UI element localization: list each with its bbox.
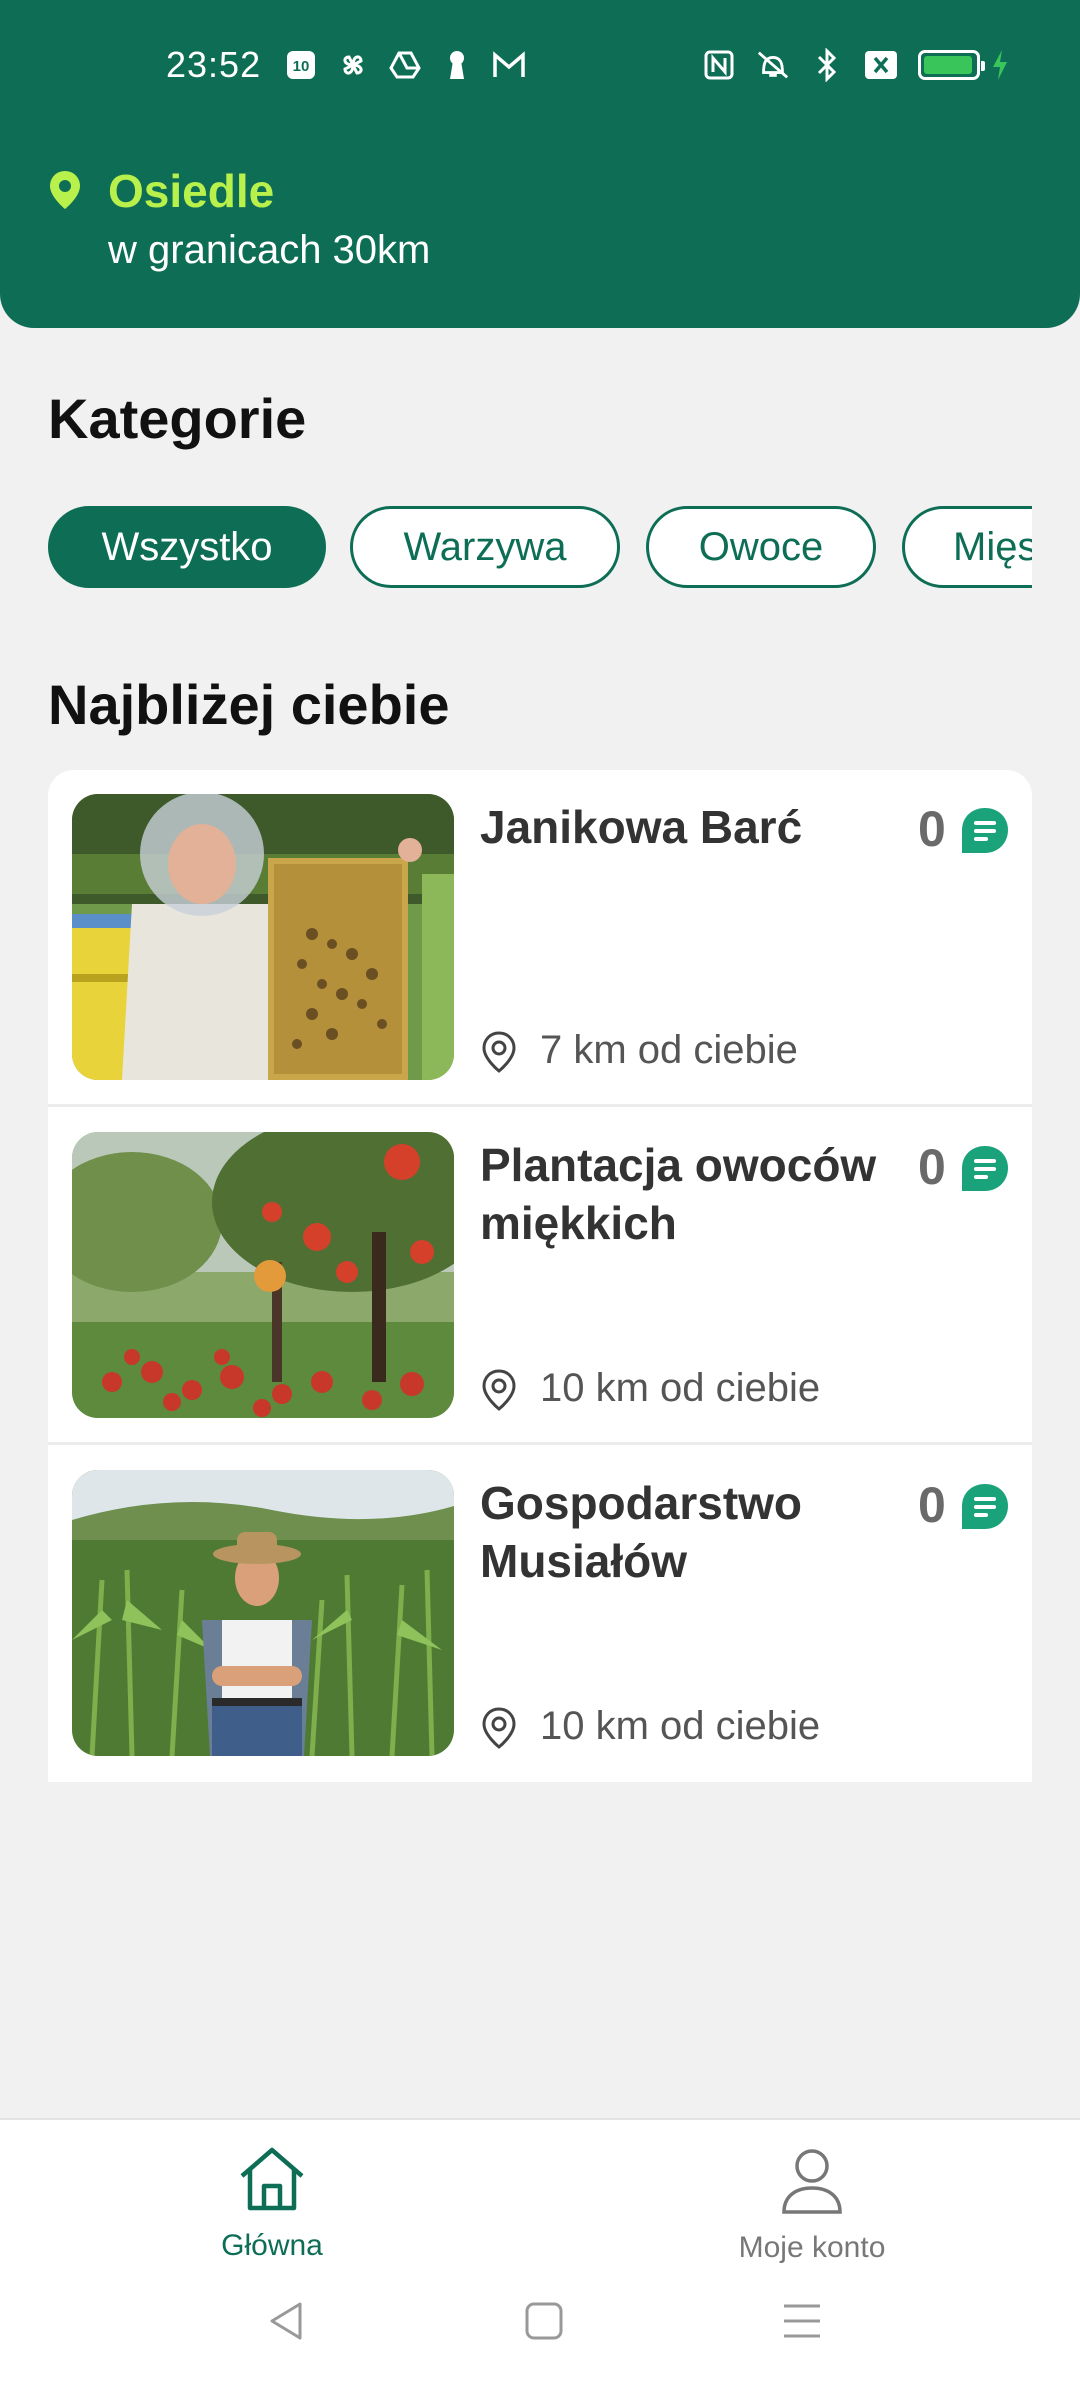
location-pin-icon xyxy=(48,170,82,210)
location-outline-icon xyxy=(480,1030,518,1074)
status-right-icons xyxy=(702,48,1010,82)
gmail-icon xyxy=(492,48,526,82)
app-header: 23:52 10 Osiedle w granicach 30km xyxy=(0,0,1080,328)
message-count: 0 xyxy=(918,1477,946,1533)
listing-title: Janikowa Barć xyxy=(480,801,803,853)
chat-icon xyxy=(960,806,1010,856)
message-count: 0 xyxy=(918,1139,946,1195)
nav-account-label: Moje konto xyxy=(738,2231,886,2264)
chip-all[interactable]: Wszystko xyxy=(48,506,326,588)
system-menu-button[interactable] xyxy=(782,2300,822,2347)
listing-title: Gospodarstwo Musiałów xyxy=(480,1477,803,1587)
home-icon xyxy=(142,2144,402,2219)
categories-heading: Kategorie xyxy=(48,387,307,450)
apple-orchard-photo xyxy=(72,1132,454,1418)
category-chips: Wszystko Warzywa Owoce Mięso xyxy=(48,506,1032,592)
farmer-cornfield-photo xyxy=(72,1470,454,1756)
charging-icon xyxy=(990,48,1010,82)
listing-distance: 7 km od ciebie xyxy=(540,1028,798,1072)
listing-distance: 10 km od ciebie xyxy=(540,1366,821,1410)
list-item[interactable]: Janikowa Barć 0 7 km od ciebie xyxy=(48,770,1032,1108)
chip-meat[interactable]: Mięso xyxy=(902,506,1032,588)
pinwheel-icon xyxy=(336,48,370,82)
location-radius[interactable]: w granicach 30km xyxy=(108,228,430,273)
nav-home-label: Główna xyxy=(221,2229,323,2262)
bluetooth-icon xyxy=(810,48,844,82)
listing-distance: 10 km od ciebie xyxy=(540,1704,821,1748)
location-outline-icon xyxy=(480,1368,518,1412)
divider xyxy=(48,1442,1032,1445)
beekeeper-photo xyxy=(72,794,454,1080)
location-outline-icon xyxy=(480,1706,518,1750)
chip-vegetables[interactable]: Warzywa xyxy=(350,506,620,588)
nav-account[interactable]: Moje konto xyxy=(682,2144,942,2265)
nfc-icon xyxy=(702,48,736,82)
system-back-button[interactable] xyxy=(266,2300,306,2347)
nav-home[interactable]: Główna xyxy=(142,2144,402,2263)
chat-icon xyxy=(960,1482,1010,1532)
nearby-heading: Najbliżej ciebie xyxy=(48,673,450,736)
chip-fruits[interactable]: Owoce xyxy=(646,506,876,588)
status-time: 23:52 xyxy=(166,44,262,85)
message-count: 0 xyxy=(918,801,946,857)
status-bar: 23:52 10 xyxy=(0,0,1080,140)
status-left-icons: 10 xyxy=(284,48,526,82)
drive-icon xyxy=(388,48,422,82)
svg-text:10: 10 xyxy=(293,58,310,75)
list-item[interactable]: Plantacja owoców miękkich 0 10 km od cie… xyxy=(48,1108,1032,1446)
system-home-button[interactable] xyxy=(524,2300,564,2347)
keyhole-icon xyxy=(440,48,474,82)
bottom-navigation: Główna Moje konto xyxy=(0,2118,1080,2402)
notification-10-icon: 10 xyxy=(284,48,318,82)
battery-level-fill xyxy=(924,56,972,74)
user-icon xyxy=(682,2144,942,2221)
vibrate-off-icon xyxy=(756,48,790,82)
nearby-list: Janikowa Barć 0 7 km od ciebie Plantacja… xyxy=(48,770,1032,1782)
location-title[interactable]: Osiedle xyxy=(108,164,274,218)
battery-icon xyxy=(918,50,985,80)
divider xyxy=(48,1104,1032,1107)
listing-title: Plantacja owoców miękkich xyxy=(480,1139,877,1249)
list-item[interactable]: Gospodarstwo Musiałów 0 10 km od ciebie xyxy=(48,1446,1032,1782)
sim-off-icon xyxy=(864,48,898,82)
chat-icon xyxy=(960,1144,1010,1194)
